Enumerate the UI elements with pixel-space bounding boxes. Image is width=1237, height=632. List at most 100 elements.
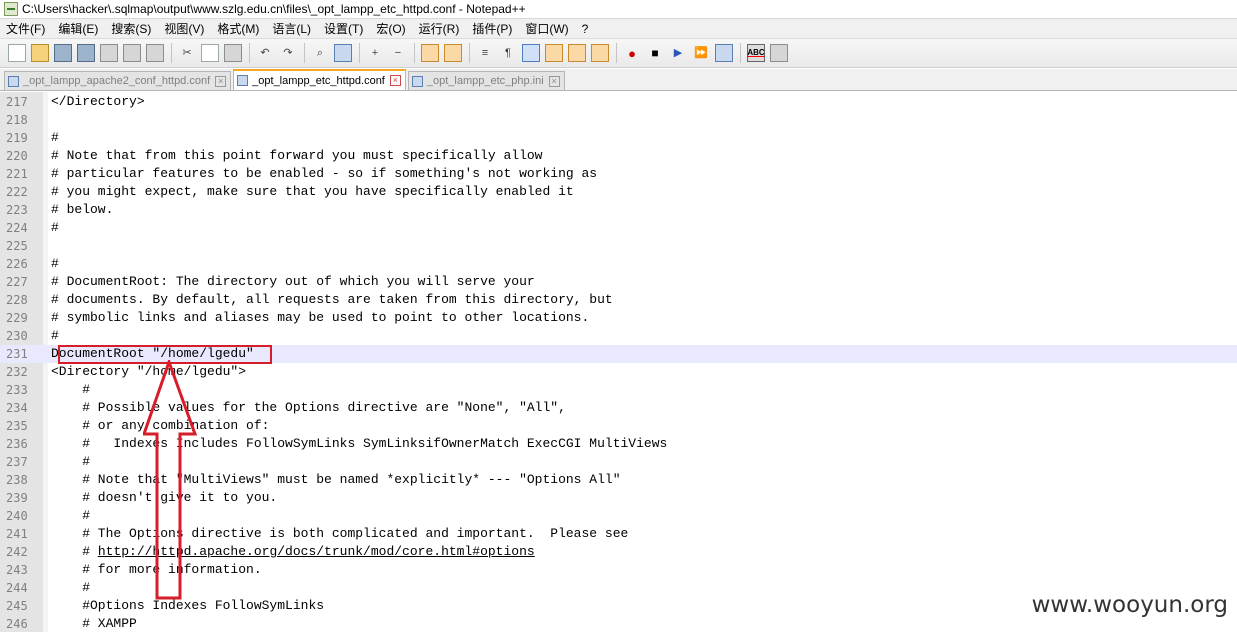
menu-item[interactable]: 插件(P) <box>466 20 519 37</box>
code-text: # <box>51 256 59 271</box>
cut-icon[interactable]: ✂ <box>178 44 196 62</box>
sync-vertical-icon[interactable] <box>421 44 439 62</box>
code-line[interactable]: 218 <box>0 111 1237 129</box>
code-line[interactable]: 217 </Directory> <box>0 93 1237 111</box>
menu-item[interactable]: 格式(M) <box>211 20 266 37</box>
save-all-icon[interactable] <box>77 44 95 62</box>
open-file-icon[interactable] <box>31 44 49 62</box>
copy-icon[interactable] <box>201 44 219 62</box>
code-text: # <box>51 382 91 397</box>
menu-item[interactable]: 设置(T) <box>318 20 370 37</box>
menu-item[interactable]: 窗口(W) <box>519 20 575 37</box>
line-number: 241 <box>6 527 28 541</box>
tab-label: _opt_lampp_etc_php.ini <box>426 75 544 87</box>
compare-icon[interactable] <box>770 44 788 62</box>
menu-item[interactable]: 运行(R) <box>413 20 467 37</box>
code-line[interactable]: 223 # below. <box>0 201 1237 219</box>
line-number: 231 <box>6 347 28 361</box>
toolbar-separator <box>414 43 415 63</box>
redo-icon[interactable]: ↷ <box>279 44 297 62</box>
file-icon <box>411 75 423 87</box>
close-tab-icon[interactable]: × <box>215 75 227 87</box>
close-all-icon[interactable] <box>123 44 141 62</box>
save-macro-icon[interactable] <box>715 44 733 62</box>
code-line[interactable]: 226 # <box>0 255 1237 273</box>
menu-item[interactable]: 宏(O) <box>370 20 412 37</box>
line-number: 228 <box>6 293 28 307</box>
line-number: 236 <box>6 437 28 451</box>
code-line[interactable]: 230 # <box>0 327 1237 345</box>
menu-item[interactable]: 编辑(E) <box>52 20 105 37</box>
play-macro-icon[interactable]: ▶ <box>669 44 687 62</box>
find-icon[interactable]: ⌕ <box>311 44 329 62</box>
code-text: # Note that from this point forward you … <box>51 148 543 163</box>
line-number: 233 <box>6 383 28 397</box>
code-text: # particular features to be enabled - so… <box>51 166 598 181</box>
line-number: 245 <box>6 599 28 613</box>
code-line[interactable]: 229 # symbolic links and aliases may be u… <box>0 309 1237 327</box>
title-bar: C:\Users\hacker\.sqlmap\output\www.szlg.… <box>0 0 1237 19</box>
close-tab-icon[interactable]: × <box>548 75 560 87</box>
toolbar: ✂ ↶ ↷ ⌕ + − ≡ ¶ ● ■ ▶ ⏩ ABC <box>0 39 1237 68</box>
code-text: # DocumentRoot: The directory out of whi… <box>51 274 535 289</box>
replace-icon[interactable] <box>334 44 352 62</box>
print-icon[interactable] <box>146 44 164 62</box>
spell-check-icon[interactable]: ABC <box>747 44 765 62</box>
code-text: # Possible values for the Options direct… <box>51 400 566 415</box>
menu-item[interactable]: 视图(V) <box>158 20 211 37</box>
file-tab[interactable]: _opt_lampp_apache2_conf_httpd.conf × <box>4 71 232 90</box>
close-tab-icon[interactable]: × <box>389 75 401 86</box>
code-line[interactable]: 220 # Note that from this point forward y… <box>0 147 1237 165</box>
editor[interactable]: 217 </Directory> 218 219 #220 # Note that fro… <box>0 92 1237 632</box>
word-wrap-icon[interactable]: ≡ <box>476 44 494 62</box>
code-line[interactable]: 224 # <box>0 219 1237 237</box>
record-macro-icon[interactable]: ● <box>623 44 641 62</box>
close-icon[interactable] <box>100 44 118 62</box>
code-line[interactable]: 222 # you might expect, make sure that yo… <box>0 183 1237 201</box>
document-map-icon[interactable] <box>545 44 563 62</box>
line-number: 242 <box>6 545 28 559</box>
run-macro-multiple-icon[interactable]: ⏩ <box>692 44 710 62</box>
new-file-icon[interactable] <box>8 44 26 62</box>
tab-bar: _opt_lampp_apache2_conf_httpd.conf × _opt_… <box>0 69 1237 91</box>
toolbar-separator <box>171 43 172 63</box>
indent-guide-icon[interactable] <box>522 44 540 62</box>
folder-workspace-icon[interactable] <box>591 44 609 62</box>
code-line[interactable]: 219 # <box>0 129 1237 147</box>
code-line[interactable]: 227 # DocumentRoot: The directory out of … <box>0 273 1237 291</box>
stop-recording-icon[interactable]: ■ <box>646 44 664 62</box>
menu-item[interactable]: ? <box>576 22 596 36</box>
file-tab[interactable]: _opt_lampp_etc_httpd.conf × <box>233 69 406 90</box>
line-number: 218 <box>6 113 28 127</box>
toolbar-separator <box>469 43 470 63</box>
menu-item[interactable]: 文件(F) <box>0 20 52 37</box>
undo-icon[interactable]: ↶ <box>256 44 274 62</box>
zoom-in-icon[interactable]: + <box>366 44 384 62</box>
save-icon[interactable] <box>54 44 72 62</box>
file-tab[interactable]: _opt_lampp_etc_php.ini × <box>407 71 565 90</box>
line-number: 219 <box>6 131 28 145</box>
paste-icon[interactable] <box>224 44 242 62</box>
line-number: 227 <box>6 275 28 289</box>
code-text: # Note that "MultiViews" must be named *… <box>51 472 621 487</box>
code-line[interactable]: 221 # particular features to be enabled -… <box>0 165 1237 183</box>
line-number: 222 <box>6 185 28 199</box>
code-text: # <box>51 220 59 235</box>
function-list-icon[interactable] <box>568 44 586 62</box>
zoom-out-icon[interactable]: − <box>389 44 407 62</box>
show-all-chars-icon[interactable]: ¶ <box>499 44 517 62</box>
code-text: # <box>51 130 59 145</box>
sync-horizontal-icon[interactable] <box>444 44 462 62</box>
code-line[interactable]: 225 <box>0 237 1237 255</box>
menu-item[interactable]: 语言(L) <box>266 20 318 37</box>
watermark: www.wooyun.org <box>1031 592 1228 618</box>
line-number: 220 <box>6 149 28 163</box>
line-number: 230 <box>6 329 28 343</box>
line-number: 244 <box>6 581 28 595</box>
line-number: 238 <box>6 473 28 487</box>
menu-item[interactable]: 搜索(S) <box>105 20 158 37</box>
line-number: 246 <box>6 617 28 631</box>
tab-label: _opt_lampp_apache2_conf_httpd.conf <box>23 75 211 87</box>
comment-prefix: # <box>51 544 98 559</box>
code-line[interactable]: 228 # documents. By default, all requests… <box>0 291 1237 309</box>
